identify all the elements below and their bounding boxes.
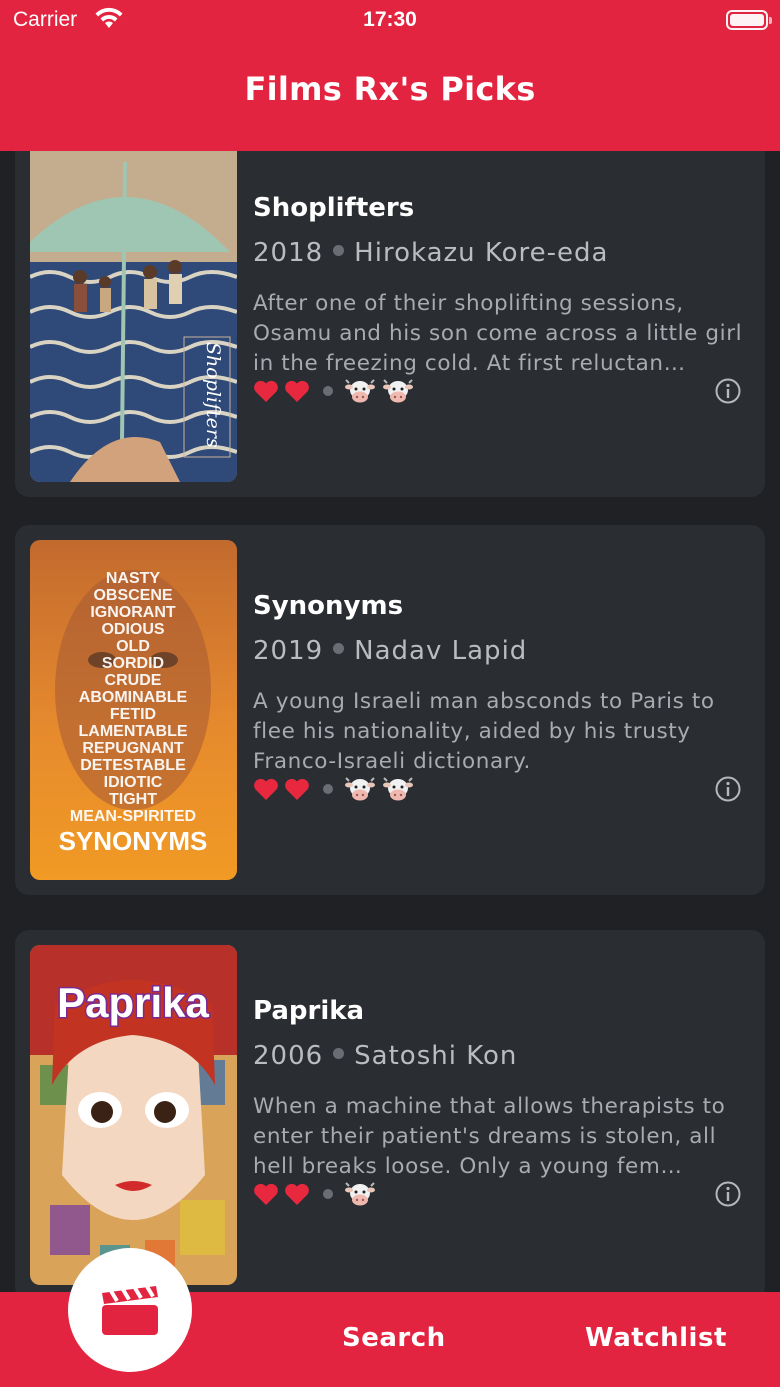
cow-icon <box>383 379 413 403</box>
header: Carrier 17:30 Films Rx's Picks <box>0 0 780 151</box>
status-bar: Carrier 17:30 <box>0 0 780 40</box>
poster-word: NASTY <box>106 570 161 587</box>
rating-row <box>253 375 421 407</box>
movie-synopsis: When a machine that allows therapists to… <box>253 1094 726 1179</box>
movie-director: Satoshi Kon <box>354 1041 518 1071</box>
movie-poster-paprika[interactable]: Paprika <box>30 945 237 1285</box>
movie-meta: 2006 Satoshi Kon <box>253 1041 517 1071</box>
movie-card[interactable]: Shoplifters Shoplifters 2018 Hirokazu Kor… <box>15 151 765 497</box>
page-title: Films Rx's Picks <box>244 70 536 108</box>
movie-card[interactable]: Paprika Paprika 2006 Satoshi Kon When a m… <box>15 930 765 1292</box>
poster-word: CRUDE <box>105 672 162 689</box>
poster-word: DETESTABLE <box>80 757 186 774</box>
poster-art: Paprika <box>30 945 237 1285</box>
movie-director: Hirokazu Kore-eda <box>354 238 609 268</box>
dot-separator <box>333 245 345 256</box>
cow-icon <box>345 1182 375 1206</box>
movie-meta: 2019 Nadav Lapid <box>253 636 527 666</box>
poster-word: MEAN-SPIRITED <box>70 808 196 825</box>
movie-poster-shoplifters[interactable]: Shoplifters <box>30 151 237 482</box>
info-icon[interactable] <box>714 775 742 803</box>
tab-watchlist[interactable]: Watchlist <box>585 1323 727 1353</box>
movie-title[interactable]: Synonyms <box>253 591 403 621</box>
battery-icon <box>726 10 772 30</box>
heart-icon <box>285 380 309 402</box>
movie-meta: 2018 Hirokazu Kore-eda <box>253 238 609 268</box>
poster-word: FETID <box>110 706 156 723</box>
dot-separator <box>323 1189 333 1199</box>
cow-icon <box>383 777 413 801</box>
poster-word: ABOMINABLE <box>79 689 188 706</box>
tab-search[interactable]: Search <box>342 1323 446 1353</box>
poster-word: OLD <box>116 638 150 655</box>
info-icon[interactable] <box>714 1180 742 1208</box>
poster-art: NASTY OBSCENE IGNORANT ODIOUS OLD SORDID… <box>55 570 211 856</box>
dot-separator <box>323 386 333 396</box>
dot-separator <box>333 643 345 654</box>
poster-title-text: Paprika <box>57 979 209 1026</box>
movie-director: Nadav Lapid <box>354 636 528 666</box>
movie-year: 2006 <box>253 1041 324 1071</box>
poster-word: SORDID <box>102 655 164 672</box>
movie-title[interactable]: Paprika <box>253 996 364 1026</box>
heart-icon <box>285 1183 309 1205</box>
poster-word: LAMENTABLE <box>78 723 187 740</box>
poster-word: REPUGNANT <box>82 740 184 757</box>
tab-films-button[interactable] <box>68 1248 192 1372</box>
info-icon[interactable] <box>714 377 742 405</box>
poster-word: TIGHT <box>109 791 157 808</box>
dot-separator <box>323 784 333 794</box>
movie-card[interactable]: NASTY OBSCENE IGNORANT ODIOUS OLD SORDID… <box>15 525 765 895</box>
movie-poster-synonyms[interactable]: NASTY OBSCENE IGNORANT ODIOUS OLD SORDID… <box>30 540 237 880</box>
movie-title[interactable]: Shoplifters <box>253 193 414 223</box>
clapperboard-icon <box>102 1285 158 1335</box>
movie-year: 2019 <box>253 636 324 666</box>
clock: 17:30 <box>363 8 417 31</box>
rating-row <box>253 1178 383 1210</box>
poster-word: OBSCENE <box>93 587 172 604</box>
cow-icon <box>345 777 375 801</box>
poster-word: ODIOUS <box>101 621 164 638</box>
dot-separator <box>333 1048 345 1059</box>
movie-list[interactable]: Shoplifters Shoplifters 2018 Hirokazu Kor… <box>0 151 780 1292</box>
movie-synopsis: A young Israeli man absconds to Paris to… <box>253 689 715 774</box>
poster-word: IDIOTIC <box>104 774 163 791</box>
cow-icon <box>345 379 375 403</box>
heart-icon <box>254 1183 278 1205</box>
rating-row <box>253 773 421 805</box>
heart-icon <box>285 778 309 800</box>
poster-art: Shoplifters <box>30 151 237 482</box>
poster-word: IGNORANT <box>90 604 176 621</box>
poster-title-text: Shoplifters <box>202 342 224 448</box>
heart-icon <box>254 380 278 402</box>
heart-icon <box>254 778 278 800</box>
movie-year: 2018 <box>253 238 324 268</box>
poster-title-text: SYNONYMS <box>59 826 208 856</box>
movie-synopsis: After one of their shoplifting sessions,… <box>253 291 743 376</box>
